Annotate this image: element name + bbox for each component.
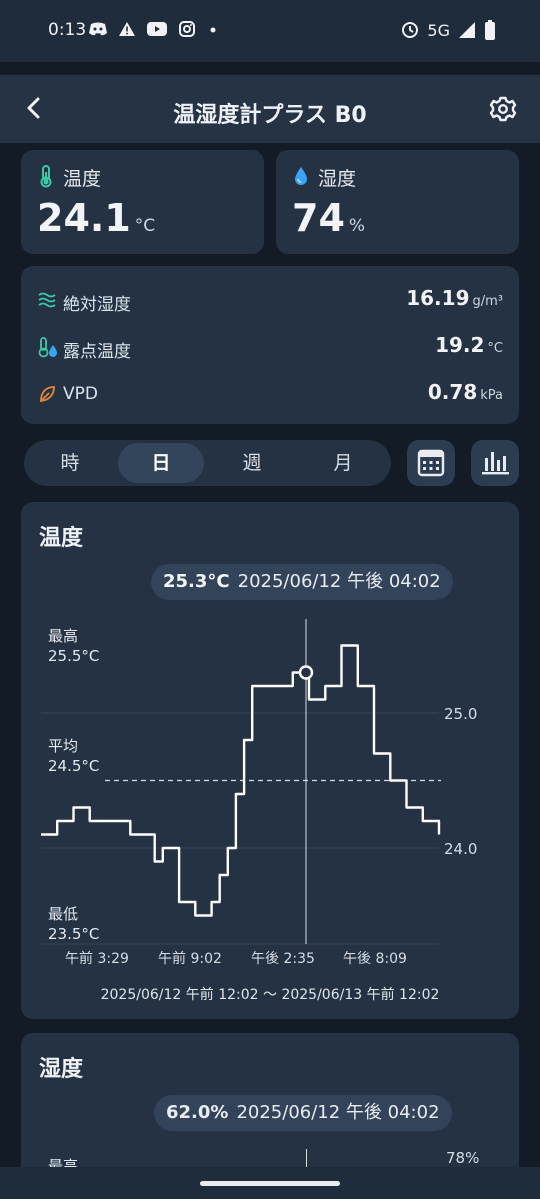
- thermometer-icon: [40, 165, 52, 188]
- tab-month[interactable]: 月: [300, 443, 386, 483]
- bar-chart-icon: [482, 452, 509, 475]
- metric-dew-point: 露点温度 19.2 °C: [21, 333, 519, 363]
- alarm-icon: [402, 22, 419, 38]
- metric-value: 0.78: [427, 380, 478, 404]
- metric-value: 16.19: [406, 286, 470, 310]
- warning-icon: [119, 22, 135, 36]
- metric-unit: g/m³: [472, 294, 503, 309]
- temperature-chart-card: 温度 25.3°C 2025/06/12 午後 04:02 24.0 25.0 午前 …: [21, 502, 519, 1019]
- humidity-card: 湿度 74%: [276, 150, 519, 254]
- y-tick-label: 78%: [446, 1149, 480, 1167]
- gear-icon: [489, 96, 517, 122]
- min-label: 最低: [48, 905, 79, 923]
- metric-value-group: 16.19 g/m³: [406, 286, 503, 310]
- metric-value-group: 0.78 kPa: [428, 380, 503, 404]
- temperature-card: 温度 24.1 °C: [21, 150, 264, 254]
- chart-title: 湿度: [39, 1057, 84, 1082]
- metric-unit: kPa: [480, 388, 503, 403]
- temperature-unit: °C: [134, 216, 156, 236]
- humidity-unit: %: [348, 216, 366, 236]
- status-time: 0:13: [48, 20, 87, 40]
- network-label: 5G: [427, 20, 450, 40]
- metric-label: VPD: [63, 384, 98, 404]
- metric-label: 露点温度: [63, 342, 131, 362]
- absolute-humidity-icon: [38, 292, 56, 308]
- min-value: 23.5°C: [48, 925, 100, 943]
- metric-vpd: VPD 0.78 kPa: [21, 380, 519, 410]
- humidity-value-group: 74%: [292, 196, 365, 240]
- spacer: [0, 62, 540, 75]
- max-label: 最高: [48, 627, 79, 645]
- avg-label-group: 平均 24.5°C: [48, 736, 99, 776]
- dot-icon: [210, 27, 216, 33]
- leaf-icon: [40, 386, 55, 403]
- battery-icon: [485, 20, 495, 40]
- humidity-label: 湿度: [318, 168, 357, 190]
- chart-tooltip: 62.0% 2025/06/12 午後 04:02: [154, 1095, 452, 1131]
- humidity-value: 74: [292, 196, 345, 240]
- min-label-group: 最低 23.5°C: [48, 904, 99, 944]
- period-segmented-control: 時 日 週 月: [24, 440, 391, 486]
- status-bar: 0:13 5G: [0, 0, 540, 62]
- max-value: 25.5°C: [48, 647, 100, 665]
- tooltip-value: 62.0%: [166, 1102, 229, 1123]
- tab-hour[interactable]: 時: [27, 443, 113, 483]
- metrics-card: 絶対湿度 16.19 g/m³ 露点温度 19.2 °C VPD 0.78 kPa: [21, 266, 519, 424]
- tab-day[interactable]: 日: [118, 443, 204, 483]
- y-tick-label: 24.0: [444, 840, 477, 858]
- metric-label: 絶対湿度: [63, 295, 131, 315]
- cursor-line: [306, 1149, 307, 1167]
- gesture-nav-bar: [0, 1167, 540, 1199]
- metric-absolute-humidity: 絶対湿度 16.19 g/m³: [21, 286, 519, 316]
- notification-icons: [88, 20, 220, 38]
- metric-unit: °C: [487, 341, 503, 356]
- highlight-point: [298, 665, 314, 680]
- discord-icon: [89, 22, 107, 36]
- avg-label: 平均: [48, 737, 79, 755]
- youtube-icon: [147, 22, 167, 36]
- x-tick-label: 午前 3:29: [65, 950, 129, 967]
- y-tick-label: 25.0: [444, 705, 477, 723]
- max-label-group: 最高 25.5°C: [48, 626, 99, 666]
- home-handle[interactable]: [200, 1181, 340, 1186]
- x-tick-label: 午後 8:09: [343, 951, 407, 967]
- calendar-button[interactable]: [407, 440, 455, 486]
- calendar-icon: [417, 449, 445, 477]
- water-drop-icon: [295, 167, 307, 185]
- app-bar: 温湿度計プラス B0: [0, 75, 540, 143]
- signal-icon: [459, 22, 475, 38]
- tab-week[interactable]: 週: [209, 443, 295, 483]
- temperature-value: 24.1: [37, 196, 131, 240]
- metric-value: 19.2: [435, 333, 485, 357]
- page-title: 温湿度計プラス B0: [173, 103, 367, 128]
- tooltip-time: 2025/06/12 午後 04:02: [236, 1102, 440, 1123]
- status-right: 5G: [401, 20, 496, 40]
- avg-value: 24.5°C: [48, 757, 100, 775]
- bar-chart-button[interactable]: [471, 440, 519, 486]
- metric-value-group: 19.2 °C: [435, 333, 503, 357]
- x-tick-label: 午前 9:02: [158, 950, 222, 967]
- dew-point-icon: [38, 337, 57, 358]
- temperature-label: 温度: [63, 168, 102, 190]
- temperature-value-group: 24.1 °C: [37, 196, 155, 240]
- instagram-icon: [179, 21, 195, 37]
- chart-range: 2025/06/12 午前 12:02 〜 2025/06/13 午前 12:0…: [100, 987, 440, 1003]
- x-tick-label: 午後 2:35: [251, 951, 315, 967]
- settings-button[interactable]: [486, 92, 520, 126]
